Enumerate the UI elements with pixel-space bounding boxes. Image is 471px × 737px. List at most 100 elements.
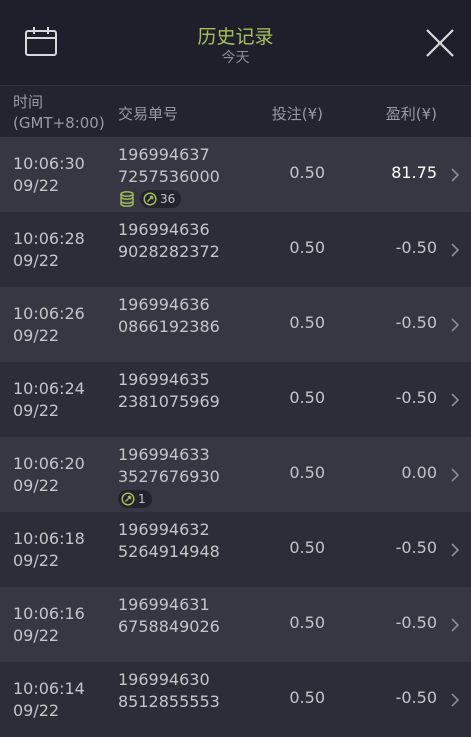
free-spin-badge: 36 [140, 189, 182, 208]
history-row[interactable]: 10:06:30 09/22 196994637 7257536000 36 0… [0, 137, 471, 212]
chevron-right-icon [451, 618, 460, 632]
chevron-right-icon [451, 543, 460, 557]
row-order-id: 196994631 6758849026 [118, 594, 220, 638]
row-order-id: 196994635 2381075969 [118, 369, 220, 413]
row-profit: -0.50 [395, 313, 437, 332]
chevron-right-icon [451, 168, 460, 182]
row-date: 09/22 [13, 701, 60, 720]
free-spin-icon [121, 491, 135, 506]
row-order-part1: 196994632 [118, 520, 210, 539]
chevron-right-icon [451, 693, 460, 707]
column-time-zone: (GMT+8:00) [13, 114, 105, 132]
row-date: 09/22 [13, 401, 60, 420]
row-date: 09/22 [13, 326, 60, 345]
row-order-id: 196994637 7257536000 [118, 144, 220, 188]
free-spin-count: 1 [138, 491, 146, 506]
history-list: 10:06:30 09/22 196994637 7257536000 36 0… [0, 137, 471, 737]
row-order-part1: 196994630 [118, 670, 210, 689]
row-datetime: 10:06:18 09/22 [13, 528, 85, 572]
row-profit: -0.50 [395, 388, 437, 407]
free-spin-icon [143, 191, 157, 206]
row-time: 10:06:14 [13, 679, 85, 698]
chevron-right-icon [451, 393, 460, 407]
free-spin-count: 36 [160, 191, 176, 206]
row-bet: 0.50 [289, 463, 325, 482]
row-datetime: 10:06:20 09/22 [13, 453, 85, 497]
row-profit: -0.50 [395, 238, 437, 257]
history-row[interactable]: 10:06:20 09/22 196994633 3527676930 1 0.… [0, 437, 471, 512]
row-order-part2: 6758849026 [118, 617, 220, 636]
close-icon[interactable] [423, 26, 457, 60]
row-order-id: 196994630 8512855553 [118, 669, 220, 713]
row-date: 09/22 [13, 251, 60, 270]
row-badges: 36 [118, 189, 182, 208]
header-bar: 历史记录 今天 [0, 0, 471, 85]
row-order-id: 196994636 0866192386 [118, 294, 220, 338]
row-order-part2: 8512855553 [118, 692, 220, 711]
row-order-part1: 196994636 [118, 220, 210, 239]
row-datetime: 10:06:30 09/22 [13, 153, 85, 197]
row-order-id: 196994633 3527676930 [118, 444, 220, 488]
row-datetime: 10:06:24 09/22 [13, 378, 85, 422]
row-order-part1: 196994635 [118, 370, 210, 389]
row-profit: -0.50 [395, 538, 437, 557]
row-time: 10:06:20 [13, 454, 85, 473]
row-order-part2: 7257536000 [118, 167, 220, 186]
history-row[interactable]: 10:06:18 09/22 196994632 5264914948 0.50… [0, 512, 471, 587]
chevron-right-icon [451, 468, 460, 482]
row-datetime: 10:06:16 09/22 [13, 603, 85, 647]
page-subtitle: 今天 [221, 50, 250, 66]
column-header: 时间 (GMT+8:00) 交易单号 投注(¥) 盈利(¥) [0, 85, 471, 138]
row-profit: -0.50 [395, 613, 437, 632]
row-date: 09/22 [13, 176, 60, 195]
column-order: 交易单号 [118, 105, 179, 123]
row-time: 10:06:16 [13, 604, 85, 623]
row-profit: 0.00 [401, 463, 437, 482]
row-bet: 0.50 [289, 538, 325, 557]
row-order-part2: 0866192386 [118, 317, 220, 336]
history-row[interactable]: 10:06:26 09/22 196994636 0866192386 0.50… [0, 287, 471, 362]
row-time: 10:06:26 [13, 304, 85, 323]
row-bet: 0.50 [289, 613, 325, 632]
row-order-part2: 2381075969 [118, 392, 220, 411]
column-profit: 盈利(¥) [385, 105, 437, 123]
history-row[interactable]: 10:06:16 09/22 196994631 6758849026 0.50… [0, 587, 471, 662]
row-order-part1: 196994633 [118, 445, 210, 464]
history-row[interactable]: 10:06:24 09/22 196994635 2381075969 0.50… [0, 362, 471, 437]
history-row[interactable]: 10:06:14 09/22 196994630 8512855553 0.50… [0, 662, 471, 737]
row-order-id: 196994632 5264914948 [118, 519, 220, 563]
row-bet: 0.50 [289, 313, 325, 332]
row-bet: 0.50 [289, 388, 325, 407]
row-order-part1: 196994637 [118, 145, 210, 164]
chevron-right-icon [451, 318, 460, 332]
column-time: 时间 (GMT+8:00) [13, 92, 105, 134]
history-row[interactable]: 10:06:28 09/22 196994636 9028282372 0.50… [0, 212, 471, 287]
row-order-id: 196994636 9028282372 [118, 219, 220, 263]
row-date: 09/22 [13, 626, 60, 645]
row-datetime: 10:06:14 09/22 [13, 678, 85, 722]
column-time-label: 时间 [13, 93, 44, 111]
row-bet: 0.50 [289, 163, 325, 182]
column-bet: 投注(¥) [271, 105, 323, 123]
row-datetime: 10:06:28 09/22 [13, 228, 85, 272]
row-bet: 0.50 [289, 238, 325, 257]
row-order-part2: 3527676930 [118, 467, 220, 486]
row-order-part1: 196994631 [118, 595, 210, 614]
free-spin-badge: 1 [118, 489, 152, 508]
row-order-part2: 9028282372 [118, 242, 220, 261]
page-title: 历史记录 [197, 26, 274, 48]
row-time: 10:06:30 [13, 154, 85, 173]
row-bet: 0.50 [289, 688, 325, 707]
row-date: 09/22 [13, 476, 60, 495]
row-time: 10:06:28 [13, 229, 85, 248]
row-profit: -0.50 [395, 688, 437, 707]
row-time: 10:06:24 [13, 379, 85, 398]
row-order-part2: 5264914948 [118, 542, 220, 561]
coins-icon [120, 190, 134, 207]
row-datetime: 10:06:26 09/22 [13, 303, 85, 347]
chevron-right-icon [451, 243, 460, 257]
row-order-part1: 196994636 [118, 295, 210, 314]
row-date: 09/22 [13, 551, 60, 570]
row-time: 10:06:18 [13, 529, 85, 548]
row-profit: 81.75 [391, 163, 437, 182]
